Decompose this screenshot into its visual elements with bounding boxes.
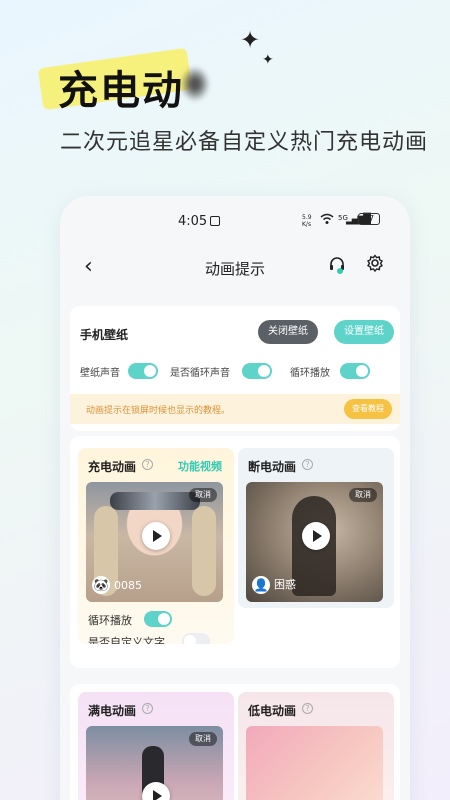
thumbnail-caption: 困惑 <box>274 578 296 591</box>
phone-mockup: 4:05 5.9 K/s 5G ▂▄▆█ 77 ‹ 动画提示 手机壁纸 关闭壁纸… <box>60 196 410 800</box>
animation-section: 充电动画 ? 功能视频 取消 🐼 0085 循环播放 是否自定义文字 断电动画 … <box>70 436 400 668</box>
avatar: 🐼 <box>92 576 110 594</box>
headset-icon[interactable] <box>328 256 346 278</box>
loop-play-toggle[interactable] <box>340 363 370 379</box>
full-charge-animation-title: 满电动画 <box>88 704 137 718</box>
full-charge-animation-card: 满电动画 ? 取消 <box>78 692 234 800</box>
loop-sound-toggle[interactable] <box>242 363 272 379</box>
custom-text-toggle[interactable] <box>182 633 210 644</box>
hero-smudge <box>180 66 210 102</box>
custom-text-row: 是否自定义文字 <box>88 632 228 644</box>
set-wallpaper-button[interactable]: 设置壁纸 <box>334 320 394 344</box>
sparkle-icon: ✦ <box>262 52 274 68</box>
loop-sound-label: 是否循环声音 <box>170 368 230 379</box>
help-icon[interactable]: ? <box>302 459 313 470</box>
low-battery-animation-title: 低电动画 <box>248 704 297 718</box>
hero-title: 充电动 <box>58 68 184 114</box>
wallpaper-toggles: 壁纸声音 是否循环声音 循环播放 <box>70 362 400 380</box>
thumbnail-caption: 0085 <box>114 579 142 592</box>
help-icon[interactable]: ? <box>142 459 153 470</box>
status-bar: 4:05 5.9 K/s 5G ▂▄▆█ 77 <box>60 212 410 232</box>
wallpaper-sound-toggle[interactable] <box>128 363 158 379</box>
wallpaper-title: 手机壁纸 <box>80 328 129 342</box>
function-video-link[interactable]: 功能视频 <box>178 458 222 474</box>
low-battery-animation-thumbnail[interactable] <box>246 726 383 800</box>
help-icon[interactable]: ? <box>302 703 313 714</box>
tip-banner: 动画提示在锁屏时候也显示的教程。 查看教程 <box>70 394 400 424</box>
play-icon[interactable] <box>142 782 170 800</box>
charge-animation-card: 充电动画 ? 功能视频 取消 🐼 0085 循环播放 是否自定义文字 <box>78 448 234 644</box>
help-icon[interactable]: ? <box>142 703 153 714</box>
play-icon[interactable] <box>142 522 170 550</box>
battery-indicator: 77 <box>358 213 380 225</box>
low-battery-animation-card: 低电动画 ? <box>238 692 394 800</box>
disconnect-animation-card: 断电动画 ? 取消 👤 困惑 <box>238 448 394 608</box>
page-title: 动画提示 <box>204 260 265 278</box>
notification-icon <box>210 216 220 226</box>
close-wallpaper-button[interactable]: 关闭壁纸 <box>258 320 318 344</box>
loop-play-toggle[interactable] <box>144 611 172 627</box>
thumbnail-art <box>192 506 216 596</box>
status-time: 4:05 <box>178 214 208 229</box>
disconnect-animation-title: 断电动画 <box>248 460 297 474</box>
loop-play-row: 循环播放 <box>88 610 218 628</box>
sparkle-icon: ✦ <box>240 26 261 54</box>
hero-banner: 充电动 ✦ ✦ 二次元追星必备自定义热门充电动画 <box>0 0 450 190</box>
wifi-icon <box>320 213 334 228</box>
wallpaper-section: 手机壁纸 关闭壁纸 设置壁纸 壁纸声音 是否循环声音 循环播放 动画提示在锁屏时… <box>70 306 400 431</box>
net-speed: 5.9 K/s <box>302 214 312 228</box>
loop-play-label: 循环播放 <box>88 614 132 627</box>
animation-section-2: 满电动画 ? 取消 低电动画 ? <box>70 684 400 800</box>
avatar: 👤 <box>252 576 270 594</box>
cancel-tag[interactable]: 取消 <box>189 732 217 746</box>
play-icon[interactable] <box>302 522 330 550</box>
view-tutorial-button[interactable]: 查看教程 <box>344 399 392 419</box>
online-dot <box>337 268 343 274</box>
tip-text: 动画提示在锁屏时候也显示的教程。 <box>86 406 231 416</box>
custom-text-label: 是否自定义文字 <box>88 636 165 644</box>
charge-animation-thumbnail[interactable]: 取消 🐼 0085 <box>86 482 223 602</box>
nav-bar: ‹ 动画提示 <box>60 254 410 284</box>
cancel-tag[interactable]: 取消 <box>189 488 217 502</box>
full-charge-animation-thumbnail[interactable]: 取消 <box>86 726 223 800</box>
charge-animation-title: 充电动画 <box>88 460 137 474</box>
gear-icon[interactable] <box>366 254 384 277</box>
wallpaper-sound-label: 壁纸声音 <box>80 368 120 379</box>
disconnect-animation-thumbnail[interactable]: 取消 👤 困惑 <box>246 482 383 602</box>
cancel-tag[interactable]: 取消 <box>349 488 377 502</box>
thumbnail-art <box>110 492 200 510</box>
loop-play-label: 循环播放 <box>290 368 330 379</box>
hero-subtitle: 二次元追星必备自定义热门充电动画 <box>60 130 429 155</box>
